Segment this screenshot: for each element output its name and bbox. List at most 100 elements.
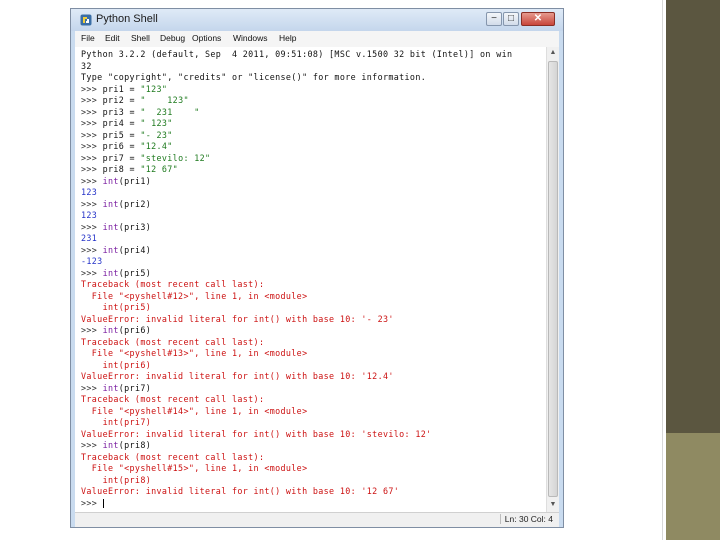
menu-help[interactable]: Help xyxy=(279,33,296,43)
shell-line: 32 xyxy=(81,61,92,73)
shell-line: 123 xyxy=(81,210,97,222)
arrow-down-icon[interactable]: ▼ xyxy=(547,499,559,511)
shell-text: int(pri6) xyxy=(81,359,152,370)
close-button[interactable]: ✕ xyxy=(521,12,555,26)
menu-shell[interactable]: Shell xyxy=(131,33,150,43)
shell-prompt: >>> xyxy=(81,497,103,508)
shell-line: ValueError: invalid literal for int() wi… xyxy=(81,314,394,326)
shell-prompt: >>> xyxy=(81,118,103,128)
shell-text: pri4 = xyxy=(102,118,141,128)
shell-text: (pri7) xyxy=(118,382,152,393)
shell-text: 231 xyxy=(81,233,98,243)
shell-text: File "<pyshell#15>", line 1, in <module> xyxy=(81,463,308,473)
shell-text: (pri6) xyxy=(118,325,152,335)
shell-text: int xyxy=(102,244,119,255)
shell-line: int(pri6) xyxy=(81,360,151,372)
shell-text: Python 3.2.2 (default, Sep 4 2011, 09:51… xyxy=(81,49,513,59)
shell-prompt: >>> xyxy=(81,198,103,209)
shell-prompt: >>> xyxy=(81,106,103,117)
scrollbar-thumb[interactable] xyxy=(548,61,558,497)
shell-text: int(pri8) xyxy=(81,474,152,485)
menu-file[interactable]: File xyxy=(81,33,95,43)
shell-line: Traceback (most recent call last): xyxy=(81,452,264,464)
menu-debug[interactable]: Debug xyxy=(160,33,185,43)
shell-text: File "<pyshell#14>", line 1, in <module> xyxy=(81,405,308,416)
shell-text: 32 xyxy=(81,60,92,71)
python-shell-window: Python Shell − □ ✕ File Edit Shell Debug… xyxy=(70,8,564,528)
shell-text: pri2 = xyxy=(102,95,141,105)
shell-prompt: >>> xyxy=(81,95,103,105)
shell-text: ValueError: invalid literal for int() wi… xyxy=(81,428,432,439)
shell-text: pri7 = xyxy=(102,152,141,163)
shell-line: >>> pri7 = "stevilo: 12" xyxy=(81,153,210,165)
shell-line: Traceback (most recent call last): xyxy=(81,337,264,349)
shell-prompt: >>> xyxy=(81,382,103,393)
shell-text: (pri4) xyxy=(118,244,152,255)
shell-text: int xyxy=(102,221,119,232)
menu-bar: File Edit Shell Debug Options Windows He… xyxy=(75,31,559,48)
shell-line: >>> pri2 = " 123" xyxy=(81,95,189,107)
shell-text: int xyxy=(102,267,119,278)
shell-prompt: >>> xyxy=(81,152,103,163)
shell-text: pri8 = xyxy=(102,164,141,174)
shell-line: ValueError: invalid literal for int() wi… xyxy=(81,486,399,498)
status-bar: Ln: 30 Col: 4 xyxy=(75,512,559,527)
shell-text: pri1 = xyxy=(102,83,141,94)
shell-line: >>> int(pri5) xyxy=(81,268,151,280)
shell-text: ValueError: invalid literal for int() wi… xyxy=(81,313,394,324)
shell-prompt: >>> xyxy=(81,267,103,278)
shell-line: >>> int(pri1) xyxy=(81,176,151,188)
shell-text: Type "copyright", "credits" or "license(… xyxy=(81,72,427,82)
shell-prompt: >>> xyxy=(81,244,103,255)
shell-line: >>> pri5 = "- 23" xyxy=(81,130,173,142)
shell-prompt: >>> xyxy=(81,164,103,174)
shell-line: >>> pri4 = " 123" xyxy=(81,118,173,130)
shell-text: "12 67" xyxy=(140,164,179,174)
title-bar[interactable]: Python Shell − □ ✕ xyxy=(71,9,563,31)
vertical-scrollbar[interactable]: ▲ ▼ xyxy=(546,47,559,512)
shell-text: int xyxy=(102,175,119,186)
shell-text: ValueError: invalid literal for int() wi… xyxy=(81,371,394,381)
shell-prompt: >>> xyxy=(81,325,103,335)
shell-text: (pri2) xyxy=(118,198,152,209)
shell-text: (pri3) xyxy=(118,221,152,232)
shell-line: >>> int(pri3) xyxy=(81,222,151,234)
shell-text: int(pri5) xyxy=(81,302,152,312)
shell-text: (pri8) xyxy=(118,440,152,450)
shell-text: " 123" xyxy=(140,118,173,128)
python-idle-icon xyxy=(80,14,92,26)
shell-line: int(pri5) xyxy=(81,302,151,314)
cursor-position: Ln: 30 Col: 4 xyxy=(499,514,553,524)
menu-edit[interactable]: Edit xyxy=(105,33,120,43)
menu-options[interactable]: Options xyxy=(192,33,221,43)
shell-line: >>> pri1 = "123" xyxy=(81,84,167,96)
shell-line: >>> pri6 = "12.4" xyxy=(81,141,173,153)
shell-text: Traceback (most recent call last): xyxy=(81,394,265,404)
shell-line: >>> int(pri8) xyxy=(81,440,151,452)
shell-line: 123 xyxy=(81,187,97,199)
menu-windows[interactable]: Windows xyxy=(233,33,267,43)
minimize-button[interactable]: − xyxy=(486,12,502,26)
shell-text: Traceback (most recent call last): xyxy=(81,279,265,289)
shell-prompt: >>> xyxy=(81,175,103,186)
shell-line: Traceback (most recent call last): xyxy=(81,394,264,406)
arrow-up-icon[interactable]: ▲ xyxy=(547,47,559,59)
shell-text: int xyxy=(102,325,119,335)
shell-output-area[interactable]: Python 3.2.2 (default, Sep 4 2011, 09:51… xyxy=(75,47,546,512)
shell-line: >>> pri8 = "12 67" xyxy=(81,164,178,176)
shell-line: >>> int(pri7) xyxy=(81,383,151,395)
shell-text: (pri5) xyxy=(118,267,152,278)
text-cursor xyxy=(102,498,104,508)
shell-line: >>> int(pri6) xyxy=(81,325,151,337)
shell-prompt: >>> xyxy=(81,129,103,140)
shell-prompt: >>> xyxy=(81,440,103,450)
slide-accent-bar-dark xyxy=(666,0,720,433)
shell-line: ValueError: invalid literal for int() wi… xyxy=(81,429,432,441)
maximize-button[interactable]: □ xyxy=(503,12,519,26)
shell-line: >>> xyxy=(81,498,104,510)
shell-text: (pri1) xyxy=(118,175,152,186)
shell-text: -123 xyxy=(81,256,103,266)
window-title: Python Shell xyxy=(96,13,158,25)
shell-text: " 231 " xyxy=(140,106,200,117)
shell-line: File "<pyshell#12>", line 1, in <module> xyxy=(81,291,307,303)
